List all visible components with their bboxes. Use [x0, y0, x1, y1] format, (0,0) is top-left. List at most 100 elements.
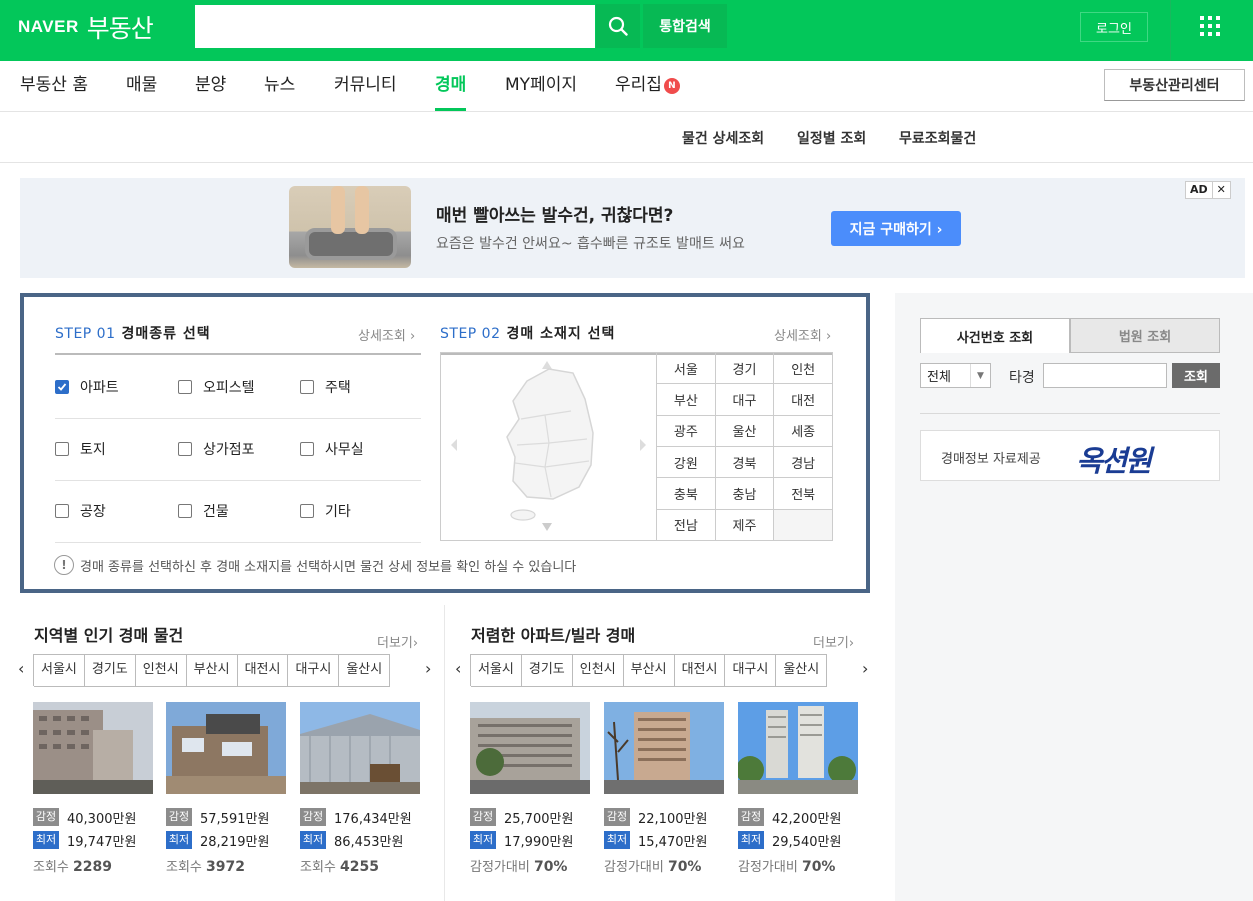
popular-tab-busan[interactable]: 부산시: [186, 655, 238, 687]
region-daegu[interactable]: 대구: [715, 384, 775, 416]
property-photo[interactable]: [470, 702, 590, 794]
checkbox[interactable]: [55, 504, 69, 518]
unified-search-button[interactable]: 통합검색: [643, 4, 727, 48]
nav-auction[interactable]: 경매: [435, 61, 467, 111]
tab-case-number[interactable]: 사건번호 조회: [920, 318, 1070, 353]
region-gwangju[interactable]: 광주: [657, 415, 716, 447]
korea-map[interactable]: [440, 352, 657, 541]
region-daejeon[interactable]: 대전: [774, 384, 833, 416]
cheap-next-arrow-icon[interactable]: ›: [862, 659, 868, 678]
cheap-tab-busan[interactable]: 부산시: [623, 655, 675, 687]
cheap-tab-gyeonggi[interactable]: 경기도: [521, 655, 573, 687]
checkbox[interactable]: [300, 442, 314, 456]
nav-listings[interactable]: 매물: [126, 61, 157, 111]
region-gyeongnam[interactable]: 경남: [774, 447, 833, 479]
region-seoul[interactable]: 서울: [657, 353, 716, 385]
checkbox[interactable]: [55, 442, 69, 456]
property-photo[interactable]: [33, 702, 153, 794]
nav-mypage[interactable]: MY페이지: [505, 61, 577, 111]
ad-banner[interactable]: 매번 빨아쓰는 발수건, 귀찮다면? 요즘은 발수건 안써요~ 흡수빠른 규조토…: [20, 178, 1245, 278]
ad-description[interactable]: 요즘은 발수건 안써요~ 흡수빠른 규조토 발매트 써요: [436, 233, 745, 253]
region-busan[interactable]: 부산: [657, 384, 716, 416]
naver-real-estate-logo[interactable]: NAVER 부동산: [18, 9, 154, 45]
cheap-tab-daegu[interactable]: 대구시: [725, 655, 777, 687]
data-provider-banner[interactable]: 경매정보 자료제공 옥션원: [920, 430, 1220, 481]
cheap-tab-ulsan[interactable]: 울산시: [776, 655, 828, 687]
checkbox[interactable]: [300, 380, 314, 394]
cheap-item-card[interactable]: 감정 25,700만원 최저 17,990만원 감정가대비 70%: [470, 702, 591, 875]
region-ulsan[interactable]: 울산: [715, 415, 775, 447]
nav-presale[interactable]: 분양: [195, 61, 226, 111]
cheap-item-card[interactable]: 감정 22,100만원 최저 15,470만원 감정가대비 70%: [604, 702, 725, 875]
nav-myhome[interactable]: 우리집 N: [615, 61, 680, 111]
popular-next-arrow-icon[interactable]: ›: [425, 659, 431, 678]
region-jeonnam[interactable]: 전남: [657, 509, 716, 541]
type-building-option[interactable]: 건물: [178, 501, 229, 521]
checkbox[interactable]: [300, 504, 314, 518]
popular-tab-daejeon[interactable]: 대전시: [237, 655, 289, 687]
property-photo[interactable]: [166, 702, 286, 794]
ad-title[interactable]: 매번 빨아쓰는 발수건, 귀찮다면?: [436, 201, 673, 226]
property-photo[interactable]: [738, 702, 858, 794]
nav-home[interactable]: 부동산 홈: [20, 61, 88, 111]
subnav-free-items[interactable]: 무료조회물건: [899, 128, 976, 148]
region-jeju[interactable]: 제주: [715, 509, 775, 541]
query-button[interactable]: 조회: [1172, 363, 1220, 388]
year-select[interactable]: 전체 ▼: [920, 363, 991, 388]
checkbox[interactable]: [178, 442, 192, 456]
popular-item-card[interactable]: 감정 57,591만원 최저 28,219만원 조회수 3972: [166, 702, 287, 875]
subnav-schedule-search[interactable]: 일정별 조회: [797, 128, 866, 148]
property-photo[interactable]: [604, 702, 724, 794]
step1-detail-link[interactable]: 상세조회 ›: [358, 325, 415, 344]
region-jeonbuk[interactable]: 전북: [774, 478, 833, 510]
property-photo[interactable]: [300, 702, 420, 794]
case-number-input[interactable]: [1043, 363, 1167, 388]
region-sejong[interactable]: 세종: [774, 415, 833, 447]
ad-buy-button[interactable]: 지금 구매하기 ›: [831, 211, 961, 246]
region-incheon[interactable]: 인천: [774, 353, 833, 385]
nav-community[interactable]: 커뮤니티: [334, 61, 397, 111]
login-button[interactable]: 로그인: [1080, 12, 1148, 42]
popular-item-card[interactable]: 감정 40,300만원 최저 19,747만원 조회수 2289: [33, 702, 154, 875]
popular-item-card[interactable]: 감정 176,434만원 최저 86,453만원 조회수 4255: [300, 702, 421, 875]
popular-tab-seoul[interactable]: 서울시: [34, 655, 85, 687]
type-land-option[interactable]: 토지: [55, 439, 106, 459]
cheap-more-link[interactable]: 더보기›: [813, 632, 854, 651]
type-apartment-option[interactable]: 아파트: [55, 377, 119, 397]
cheap-item-card[interactable]: 감정 42,200만원 최저 29,540만원 감정가대비 70%: [738, 702, 859, 875]
checkbox-checked[interactable]: [55, 380, 69, 394]
cheap-tab-incheon[interactable]: 인천시: [572, 655, 624, 687]
app-grid-icon[interactable]: [1200, 16, 1220, 36]
checkbox[interactable]: [178, 504, 192, 518]
region-chungnam[interactable]: 충남: [715, 478, 775, 510]
region-gyeongbuk[interactable]: 경북: [715, 447, 775, 479]
ad-close-icon[interactable]: ✕: [1211, 182, 1230, 198]
ad-image[interactable]: [289, 186, 411, 268]
popular-tab-incheon[interactable]: 인천시: [135, 655, 187, 687]
type-office-option[interactable]: 사무실: [300, 439, 364, 459]
checkbox[interactable]: [178, 380, 192, 394]
search-input[interactable]: [195, 5, 595, 48]
subnav-detail-search[interactable]: 물건 상세조회: [682, 128, 764, 148]
popular-prev-arrow-icon[interactable]: ‹: [18, 659, 24, 678]
step2-detail-link[interactable]: 상세조회 ›: [774, 325, 831, 344]
region-chungbuk[interactable]: 충북: [657, 478, 716, 510]
type-store-option[interactable]: 상가점포: [178, 439, 255, 459]
popular-tab-daegu[interactable]: 대구시: [288, 655, 340, 687]
nav-news[interactable]: 뉴스: [264, 61, 295, 111]
tab-court[interactable]: 법원 조회: [1070, 318, 1220, 353]
realestate-mgmt-center-button[interactable]: 부동산관리센터: [1104, 69, 1245, 101]
region-gangwon[interactable]: 강원: [657, 447, 716, 479]
type-factory-option[interactable]: 공장: [55, 501, 106, 521]
region-gyeonggi[interactable]: 경기: [715, 353, 775, 385]
cheap-tab-daejeon[interactable]: 대전시: [674, 655, 726, 687]
popular-more-link[interactable]: 더보기›: [377, 632, 418, 651]
search-button[interactable]: [596, 4, 640, 48]
type-officetel-option[interactable]: 오피스텔: [178, 377, 255, 397]
type-house-option[interactable]: 주택: [300, 377, 351, 397]
popular-tab-ulsan[interactable]: 울산시: [339, 655, 391, 687]
type-other-option[interactable]: 기타: [300, 501, 351, 521]
cheap-prev-arrow-icon[interactable]: ‹: [455, 659, 461, 678]
cheap-tab-seoul[interactable]: 서울시: [471, 655, 522, 687]
popular-tab-gyeonggi[interactable]: 경기도: [84, 655, 136, 687]
